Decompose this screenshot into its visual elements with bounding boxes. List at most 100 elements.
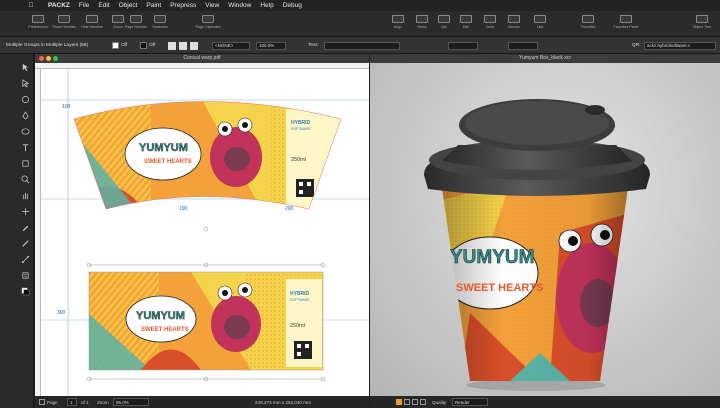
align-icon	[392, 15, 404, 23]
menu-edit[interactable]: Edit	[98, 2, 109, 9]
rotate-tool-icon[interactable]	[20, 94, 30, 104]
view-icon[interactable]	[404, 399, 410, 405]
3d-status-bar: Quality Render	[370, 396, 720, 408]
page-icon	[130, 15, 142, 23]
mode-value: <NONE>	[212, 41, 250, 50]
opacity-field[interactable]: 100.0%	[256, 41, 286, 50]
color-button[interactable]: Color	[478, 14, 502, 36]
preferences-button[interactable]: Preferences	[26, 14, 50, 36]
toolbar-label: Hide Handles	[81, 25, 103, 29]
toolbar-label: Page Clipboard	[195, 25, 221, 29]
page-number-field[interactable]: 1	[67, 398, 77, 406]
line-tool-icon[interactable]	[20, 254, 30, 264]
quality-value: Render	[452, 398, 488, 406]
zoom-field[interactable]: 95.0%	[113, 398, 149, 406]
toolbar-label: Favorites	[580, 25, 596, 29]
hide-handles-button[interactable]: Hide Handles	[80, 14, 104, 36]
flat-artwork[interactable]	[89, 272, 323, 370]
zoom-value: 95.0%	[113, 398, 149, 406]
note-tool-icon[interactable]	[20, 270, 30, 280]
object-tree-button[interactable]: Object Tree	[690, 14, 714, 36]
cup-3d-render[interactable]: YUMYUM SWEET HEARTS	[370, 63, 720, 396]
select-tool-icon[interactable]	[20, 62, 30, 72]
page-number-button[interactable]: Page Number	[124, 14, 148, 36]
play-icon[interactable]	[396, 399, 402, 405]
menu-prepress[interactable]: Prepress	[170, 2, 196, 9]
toolbar-label: Object Tree	[692, 25, 712, 29]
menu-window[interactable]: Window	[228, 2, 251, 9]
font-select[interactable]	[448, 41, 478, 50]
star-icon	[620, 15, 632, 23]
text-field[interactable]	[324, 41, 400, 50]
menu-view[interactable]: View	[205, 2, 219, 9]
packz-app:  PACKZ File Edit Object Paint Prepress …	[0, 0, 720, 408]
swatches-button[interactable]: Swatches	[148, 14, 172, 36]
qr-field[interactable]: ackz.hybridsoftware.c	[644, 41, 716, 50]
edit-button[interactable]: Edit	[454, 14, 478, 36]
ellipse-tool-icon[interactable]	[20, 126, 30, 136]
tree-icon	[696, 15, 708, 23]
fill-control[interactable]: Off	[112, 41, 127, 50]
favorites-button[interactable]: Favorites	[576, 14, 600, 36]
name-button[interactable]: Name	[410, 14, 434, 36]
align-button[interactable]: Align	[386, 14, 410, 36]
conical-volume-text: 250ml	[291, 157, 306, 163]
toolbar-label: Swatches	[152, 25, 168, 29]
cup-subbrand-text: SWEET HEARTS	[456, 282, 543, 294]
handles-icon	[86, 15, 98, 23]
light-icon[interactable]	[412, 399, 418, 405]
apple-icon[interactable]: 	[26, 2, 36, 9]
zoom-window-icon[interactable]	[53, 56, 58, 61]
menu-help[interactable]: Help	[260, 2, 273, 9]
size-select[interactable]	[508, 41, 538, 50]
stroke-control[interactable]: Off	[140, 41, 155, 50]
camera-icon[interactable]	[420, 399, 426, 405]
eyedropper-tool-icon[interactable]	[20, 222, 30, 232]
shape-tool-icon[interactable]	[20, 158, 30, 168]
minimize-window-icon[interactable]	[46, 56, 51, 61]
toolbar-label: Preferences	[28, 25, 48, 29]
page-number-value: 1	[67, 398, 77, 406]
3d-preview-window[interactable]: Yumyum Box_black.xcr YUMYUM SWEET HEARTS	[370, 54, 720, 396]
libs-button[interactable]: Libs	[528, 14, 552, 36]
menu-debug[interactable]: Debug	[283, 2, 302, 9]
close-window-icon[interactable]	[39, 56, 44, 61]
swatch-chip[interactable]	[168, 41, 176, 50]
page-nav[interactable]: Page	[39, 398, 58, 406]
document-title-bar: Conical warp.pdf	[35, 54, 369, 63]
measure-tool-icon[interactable]	[20, 206, 30, 216]
main-toolbar: Preferences Show Handles Hide Handles Zo…	[0, 11, 720, 37]
zoom-tool-icon[interactable]	[20, 174, 30, 184]
conical-brand-text: YUMYUM	[139, 142, 188, 154]
arrows-button[interactable]: Arrows	[502, 14, 526, 36]
tag-icon	[416, 15, 428, 23]
pen-tool-icon[interactable]	[20, 110, 30, 120]
fill-stroke-swap-icon[interactable]	[20, 286, 30, 296]
swatch-chip[interactable]	[179, 41, 187, 50]
document-title: Conical warp.pdf	[183, 55, 221, 61]
hand-tool-icon[interactable]	[20, 190, 30, 200]
check-icon	[438, 15, 450, 23]
menu-paint[interactable]: Paint	[146, 2, 161, 9]
menu-object[interactable]: Object	[119, 2, 138, 9]
menu-file[interactable]: File	[79, 2, 89, 9]
page-clipboard-button[interactable]: Page Clipboard	[196, 14, 220, 36]
page-prev-icon[interactable]	[39, 399, 45, 405]
fill-label: Off	[121, 43, 128, 48]
document-canvas[interactable]: YUMYUM SWEET HEARTS HYBRID SOFTWARE 250m…	[41, 69, 369, 396]
favorites-panel-button[interactable]: Favorites Panel	[614, 14, 638, 36]
swatch-chip[interactable]	[190, 41, 198, 50]
text-tool-icon[interactable]	[20, 142, 30, 152]
tools-palette	[0, 54, 34, 408]
menu-app[interactable]: PACKZ	[48, 2, 70, 9]
qa-button[interactable]: QA	[432, 14, 456, 36]
direct-select-tool-icon[interactable]	[20, 78, 30, 88]
document-window: Conical warp.pdf YUMYUM SWEET HEARTS HYB…	[35, 54, 369, 396]
knife-tool-icon[interactable]	[20, 238, 30, 248]
mode-select[interactable]: <NONE>	[212, 41, 250, 50]
toolbar-label: Zoom	[113, 25, 123, 29]
edit-icon	[460, 15, 472, 23]
flat-volume-text: 250ml	[290, 323, 305, 329]
show-handles-button[interactable]: Show Handles	[52, 14, 76, 36]
quality-select[interactable]: Render	[452, 398, 488, 406]
